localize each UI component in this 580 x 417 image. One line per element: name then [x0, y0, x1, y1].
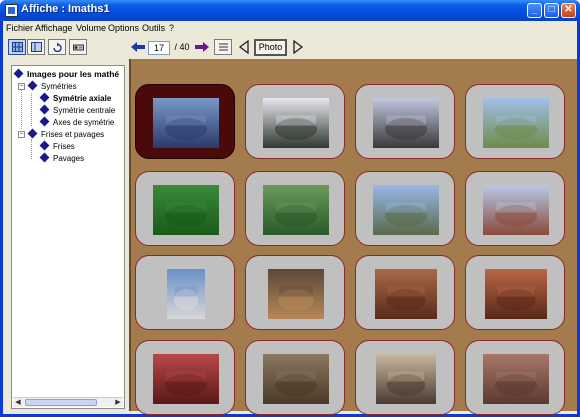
- tree-item-label: Symétrie centrale: [53, 106, 116, 115]
- thumbnail-tile[interactable]: [245, 255, 345, 330]
- brick-church-thumbnail: [483, 185, 549, 235]
- thumbnail-tile[interactable]: [355, 255, 455, 330]
- triangle-right-icon[interactable]: [291, 39, 305, 55]
- triangle-left-icon[interactable]: [237, 39, 251, 55]
- carved-mask-relief-thumbnail: [485, 269, 547, 319]
- diamond-icon: [39, 152, 50, 163]
- tree-item-label: Symétries: [41, 82, 77, 91]
- scroll-left-icon[interactable]: ◀: [13, 398, 23, 407]
- diamond-icon: [27, 80, 38, 91]
- tree-item-axes-de-symetrie[interactable]: Axes de symétrie: [39, 116, 115, 128]
- app-window: Affiche : Imaths1 _ □ ✕ Fichier Affichag…: [0, 0, 580, 417]
- diamond-icon: [13, 68, 24, 79]
- diamond-icon: [39, 140, 50, 151]
- tree-item-label: Frises et pavages: [41, 130, 105, 139]
- menu-options[interactable]: Options: [108, 23, 139, 33]
- thumbnail-tile[interactable]: [245, 340, 345, 415]
- scroll-thumb[interactable]: [25, 399, 97, 406]
- client-area: Fichier Affichage Volume Options Outils …: [3, 21, 577, 415]
- thumbnail-tile[interactable]: [245, 171, 345, 246]
- diamond-icon: [27, 128, 38, 139]
- tree-item-label: Axes de symétrie: [53, 118, 115, 127]
- tree-root-label: Images pour les mathé: [27, 69, 120, 79]
- menu-volume[interactable]: Volume: [76, 23, 106, 33]
- thumbnail-tile[interactable]: [355, 171, 455, 246]
- view-grid-button[interactable]: [8, 39, 26, 55]
- scroll-right-icon[interactable]: ▶: [113, 398, 123, 407]
- tree-item-label: Pavages: [53, 154, 85, 163]
- diamond-icon: [39, 92, 50, 103]
- view-split-button[interactable]: [27, 39, 45, 55]
- tree-item-pavages[interactable]: Pavages: [39, 152, 85, 164]
- rocket-tower-thumbnail: [167, 269, 205, 319]
- horizontal-scrollbar[interactable]: ◀ ▶: [13, 397, 123, 407]
- thumbnail-tile[interactable]: [135, 255, 235, 330]
- tree-item-frises[interactable]: Frises: [39, 140, 75, 152]
- thumbnail-gallery: [129, 59, 577, 415]
- diamond-icon: [39, 104, 50, 115]
- sort-list-icon: [219, 43, 228, 51]
- harbor-boats-thumbnail: [153, 98, 219, 148]
- thumbnail-tile[interactable]: [465, 171, 565, 246]
- riverside-town-thumbnail: [373, 98, 439, 148]
- projector-icon: [73, 44, 84, 51]
- rotate-button[interactable]: [48, 39, 66, 55]
- tree-item-symetries[interactable]: Symétries: [27, 80, 77, 92]
- thumbnail-tile[interactable]: [355, 84, 455, 159]
- thumbnail-tile[interactable]: [135, 340, 235, 415]
- thumbnail-tile[interactable]: [135, 84, 235, 159]
- menu-affichage[interactable]: Affichage: [35, 23, 72, 33]
- carved-face-stone-thumbnail: [375, 269, 437, 319]
- thumbnail-tile[interactable]: [245, 84, 345, 159]
- collapse-icon[interactable]: −: [18, 83, 25, 90]
- window-title: Affiche : Imaths1: [21, 3, 110, 15]
- tree-item-frises-et-pavages[interactable]: Frises et pavages: [27, 128, 105, 140]
- thumbnail-tile[interactable]: [465, 340, 565, 415]
- close-button[interactable]: ✕: [561, 3, 576, 18]
- diamond-icon: [39, 116, 50, 127]
- tree-item-label: Symétrie axiale: [53, 94, 112, 103]
- thumbnail-tile[interactable]: [465, 255, 565, 330]
- thumbnail-tile[interactable]: [355, 340, 455, 415]
- iron-door-knocker-thumbnail: [376, 354, 436, 404]
- slideshow-button[interactable]: [69, 39, 87, 55]
- town-bridge-houses-thumbnail: [483, 98, 549, 148]
- stone-carving-thumbnail: [263, 354, 329, 404]
- split-view-icon: [31, 42, 42, 52]
- large-leaf-thumbnail: [263, 185, 329, 235]
- thumbnail-tile[interactable]: [465, 84, 565, 159]
- rotate-icon: [53, 42, 62, 52]
- tree-root[interactable]: Images pour les mathé: [13, 68, 120, 80]
- tree-item-label: Frises: [53, 142, 75, 151]
- toolbar: 17 / 40 Photo: [3, 35, 577, 59]
- river-bridge-thumbnail: [263, 98, 329, 148]
- maximize-button[interactable]: □: [544, 3, 559, 18]
- current-index-field[interactable]: 17: [148, 41, 170, 55]
- menu-help[interactable]: ?: [169, 23, 174, 33]
- carved-stone-basin-thumbnail: [268, 269, 324, 319]
- tree-item-symetrie-axiale[interactable]: Symétrie axiale: [39, 92, 112, 104]
- red-carved-panel-thumbnail: [153, 354, 219, 404]
- total-count: / 40: [174, 42, 190, 52]
- sort-button[interactable]: [214, 39, 232, 55]
- photo-button[interactable]: Photo: [254, 39, 287, 56]
- next-arrow-icon[interactable]: [194, 40, 210, 55]
- green-leaves-thumbnail: [153, 185, 219, 235]
- previous-arrow-icon[interactable]: [130, 40, 146, 55]
- chateau-thumbnail: [373, 185, 439, 235]
- app-icon[interactable]: [5, 4, 18, 17]
- menu-bar: Fichier Affichage Volume Options Outils …: [3, 21, 577, 35]
- menu-fichier[interactable]: Fichier: [6, 23, 33, 33]
- thumbnail-tile[interactable]: [135, 171, 235, 246]
- minimize-button[interactable]: _: [527, 3, 542, 18]
- tree-item-symetrie-centrale[interactable]: Symétrie centrale: [39, 104, 116, 116]
- category-tree: Images pour les mathé − Symétries Symétr…: [11, 65, 125, 409]
- menu-outils[interactable]: Outils: [142, 23, 165, 33]
- grid-view-icon: [12, 42, 23, 52]
- collapse-icon[interactable]: −: [18, 131, 25, 138]
- stone-relief-pattern-thumbnail: [483, 354, 549, 404]
- title-bar[interactable]: Affiche : Imaths1 _ □ ✕: [0, 0, 580, 21]
